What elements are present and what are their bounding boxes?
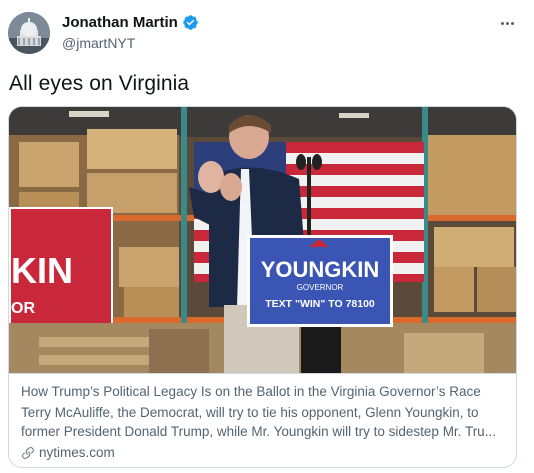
more-horizontal-icon — [500, 21, 504, 25]
author-avatar[interactable] — [8, 12, 50, 54]
author-name-row: Jonathan Martin — [62, 14, 199, 31]
card-image: KIN OR YOUNGKIN GOVERNOR TEXT "WIN" TO 7… — [9, 107, 516, 373]
author-handle[interactable]: @jmartNYT — [62, 35, 135, 51]
podium-role: GOVERNOR — [297, 283, 344, 292]
card-domain[interactable]: nytimes.com — [21, 445, 504, 460]
tweet-text: All eyes on Virginia — [9, 72, 190, 95]
campaign-rally-photo: KIN OR YOUNGKIN GOVERNOR TEXT "WIN" TO 7… — [9, 107, 516, 373]
link-card[interactable]: KIN OR YOUNGKIN GOVERNOR TEXT "WIN" TO 7… — [8, 106, 517, 468]
card-description: Terry McAuliffe, the Democrat, will try … — [21, 405, 496, 439]
verified-badge-icon — [183, 15, 198, 30]
podium-name: YOUNGKIN — [261, 257, 380, 282]
link-icon — [22, 446, 34, 459]
tweet: Jonathan Martin @jmartNYT All eyes on Vi… — [0, 0, 534, 473]
more-dot — [505, 21, 509, 25]
sign-left-sub: OR — [11, 300, 35, 317]
card-domain-text[interactable]: nytimes.com — [39, 445, 115, 460]
card-title[interactable]: How Trump’s Political Legacy Is on the B… — [21, 383, 504, 401]
sign-left-text: KIN — [11, 250, 73, 291]
capitol-dome-icon — [8, 12, 50, 54]
more-dot — [510, 21, 514, 25]
author-display-name[interactable]: Jonathan Martin — [62, 14, 178, 31]
card-body[interactable]: How Trump’s Political Legacy Is on the B… — [9, 373, 516, 467]
more-options-button[interactable] — [496, 14, 518, 32]
podium-cta: TEXT "WIN" TO 78100 — [265, 298, 375, 310]
